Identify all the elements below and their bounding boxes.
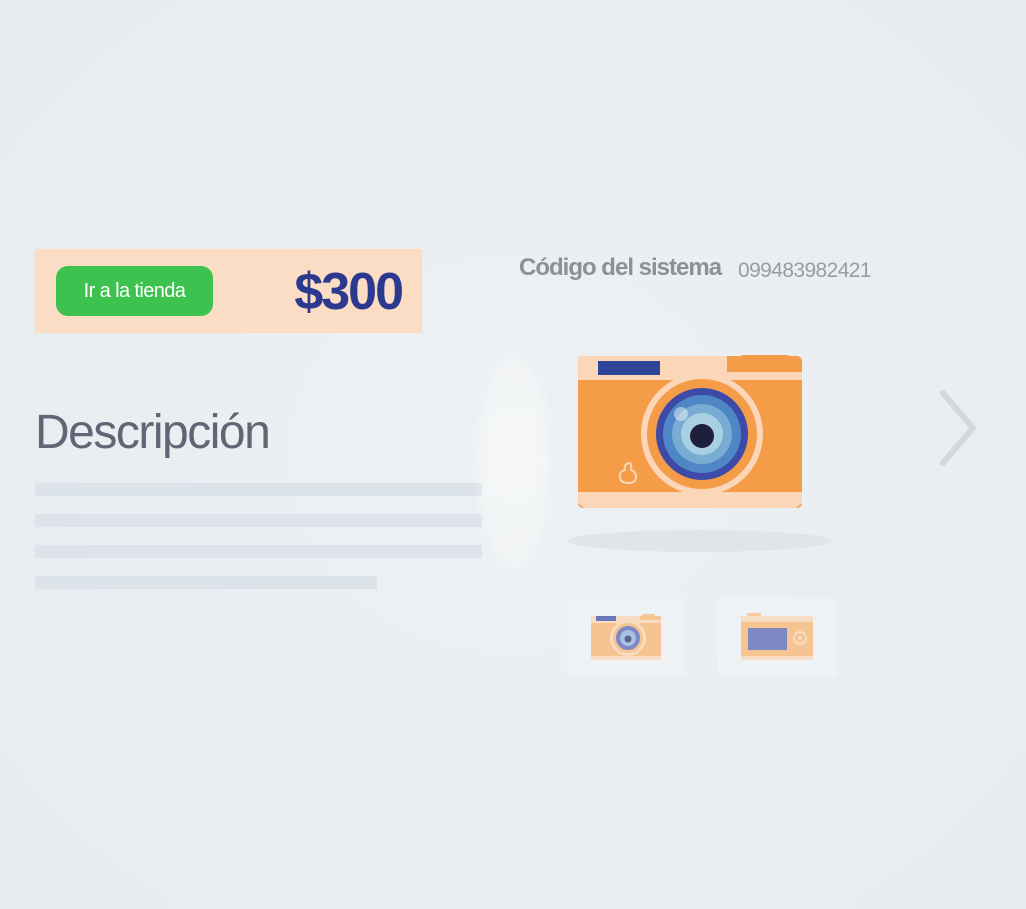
description-placeholder-line xyxy=(35,545,482,558)
chevron-right-icon xyxy=(940,390,976,466)
system-code-label: Código del sistema xyxy=(519,254,722,281)
camera-back-icon xyxy=(741,613,813,660)
go-to-store-button[interactable]: Ir a la tienda xyxy=(56,266,213,316)
camera-front-icon xyxy=(568,355,832,552)
thumbnail-front[interactable] xyxy=(567,598,686,676)
description-placeholder-line xyxy=(35,483,482,496)
camera-front-icon xyxy=(591,614,661,660)
price-panel: Ir a la tienda $300 xyxy=(35,249,422,333)
description-placeholder-line xyxy=(35,514,482,527)
product-main-image xyxy=(560,345,840,565)
system-code-value: 099483982421 xyxy=(738,259,872,282)
product-price: $300 xyxy=(294,263,404,321)
description-placeholder-line xyxy=(35,576,377,589)
thumbnail-back[interactable] xyxy=(718,598,837,676)
image-glow xyxy=(478,355,550,570)
next-image-arrow[interactable] xyxy=(932,385,982,476)
description-title: Descripción xyxy=(35,406,271,459)
